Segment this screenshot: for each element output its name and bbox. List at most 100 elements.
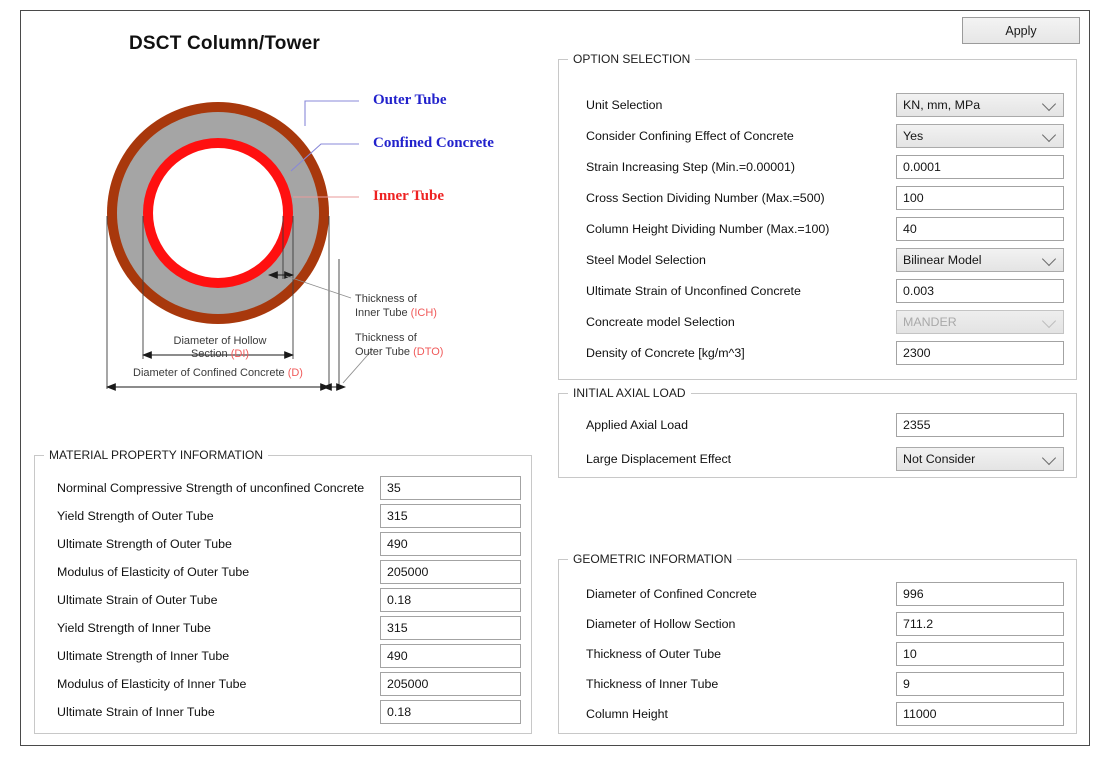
material-input-2[interactable]: 490 [380,532,521,556]
option-label-text-1: Consider Confining Effect of Concrete [586,129,794,143]
option-label-text-0: Unit Selection [586,98,663,112]
geometric-input-4[interactable]: 11000 [896,702,1064,726]
axial-combobox-1[interactable]: Not Consider [896,447,1064,471]
initial-axial-load-group: INITIAL AXIAL LOAD Applied Axial Load 235… [558,386,1077,478]
dim-label-ich-line1: Thickness of [355,293,417,305]
material-label-text-4: Ultimate Strain of Outer Tube [57,593,218,607]
geometric-input-3[interactable]: 9 [896,672,1064,696]
option-group-legend: OPTION SELECTION [568,52,696,66]
material-input-0[interactable]: 35 [380,476,521,500]
material-label-text-2: Ultimate Strength of Outer Tube [57,537,232,551]
geometric-row-label-1: Diameter of Hollow Section [586,612,735,636]
option-combobox-0[interactable]: KN, mm, MPa [896,93,1064,117]
material-label-text-7: Modulus of Elasticity of Inner Tube [57,677,247,691]
dsct-section-svg [105,100,374,391]
option-label-text-8: Density of Concrete [kg/m^3] [586,346,745,360]
material-value-3: 205000 [387,565,429,579]
geometric-value-3: 9 [903,677,910,691]
option-input-3[interactable]: 100 [896,186,1064,210]
dim-symbol-dto: (DTO) [413,346,444,358]
geometric-label-text-4: Column Height [586,707,668,721]
axial-row-label-0: Applied Axial Load [586,413,688,437]
dim-symbol-di: (DI) [230,348,250,360]
option-value-8: 2300 [903,346,931,360]
option-value-3: 100 [903,191,924,205]
material-row-label-8: Ultimate Strain of Inner Tube [57,700,215,724]
diagram-title: DSCT Column/Tower [129,33,320,54]
material-row-label-6: Ultimate Strength of Inner Tube [57,644,229,668]
callout-confined-concrete: Confined Concrete [373,135,494,151]
dim-symbol-d: (D) [287,367,303,379]
material-input-4[interactable]: 0.18 [380,588,521,612]
geometric-input-0[interactable]: 996 [896,582,1064,606]
hollow-section-area [153,148,283,278]
option-row-label-5: Steel Model Selection [586,248,706,272]
material-row-label-1: Yield Strength of Outer Tube [57,504,214,528]
option-row-label-3: Cross Section Dividing Number (Max.=500) [586,186,825,210]
dim-label-dto-line1: Thickness of [355,332,417,344]
option-row-label-7: Concreate model Selection [586,310,735,334]
geometric-row-label-4: Column Height [586,702,668,726]
option-input-8[interactable]: 2300 [896,341,1064,365]
leader-line-outer-tube [304,100,359,126]
material-row-label-2: Ultimate Strength of Outer Tube [57,532,232,556]
option-label-text-4: Column Height Dividing Number (Max.=100) [586,222,830,236]
option-combobox-5[interactable]: Bilinear Model [896,248,1064,272]
dim-label-ich: Thickness of Inner Tube (ICH) [355,292,437,320]
option-value-5: Bilinear Model [903,253,982,267]
material-input-1[interactable]: 315 [380,504,521,528]
option-label-text-3: Cross Section Dividing Number (Max.=500) [586,191,825,205]
material-value-4: 0.18 [387,593,412,607]
axial-input-0[interactable]: 2355 [896,413,1064,437]
material-value-5: 315 [387,621,408,635]
geometric-input-1[interactable]: 711.2 [896,612,1064,636]
geometric-information-group: GEOMETRIC INFORMATION Diameter of Confin… [558,552,1077,734]
callout-outer-tube: Outer Tube [373,92,447,108]
geometric-input-2[interactable]: 10 [896,642,1064,666]
option-value-1: Yes [903,129,924,143]
axial-label-text-1: Large Displacement Effect [586,452,732,466]
geometric-value-4: 11000 [903,707,937,721]
material-input-6[interactable]: 490 [380,644,521,668]
option-input-4[interactable]: 40 [896,217,1064,241]
main-window: Apply DSCT Column/Tower Outer Tube Confi… [20,10,1090,746]
material-group-legend: MATERIAL PROPERTY INFORMATION [44,448,269,462]
material-row-label-7: Modulus of Elasticity of Inner Tube [57,672,246,696]
option-input-2[interactable]: 0.0001 [896,155,1064,179]
axial-group-legend: INITIAL AXIAL LOAD [568,386,691,400]
option-input-6[interactable]: 0.003 [896,279,1064,303]
option-value-4: 40 [903,222,917,236]
option-value-2: 0.0001 [903,160,941,174]
apply-button[interactable]: Apply [962,17,1080,44]
material-label-text-3: Modulus of Elasticity of Outer Tube [57,565,250,579]
dim-label-di-line1: Diameter of Hollow [173,335,267,347]
geometric-value-0: 996 [903,587,924,601]
option-row-label-0: Unit Selection [586,93,662,117]
geometric-row-label-3: Thickness of Inner Tube [586,672,718,696]
option-combobox-1[interactable]: Yes [896,124,1064,148]
chevron-down-icon [1041,450,1057,466]
geometric-group-legend: GEOMETRIC INFORMATION [568,552,738,566]
geometric-label-text-2: Thickness of Outer Tube [586,647,721,661]
dim-label-d: Diameter of Confined Concrete (D) [133,367,303,379]
material-input-8[interactable]: 0.18 [380,700,521,724]
material-value-2: 490 [387,537,408,551]
material-input-5[interactable]: 315 [380,616,521,640]
option-row-label-6: Ultimate Strain of Unconfined Concrete [586,279,801,303]
chevron-down-icon [1041,127,1057,143]
dim-label-di: Diameter of Hollow Section (DI) [160,335,280,361]
material-label-text-1: Yield Strength of Outer Tube [57,509,214,523]
geometric-label-text-1: Diameter of Hollow Section [586,617,736,631]
option-value-6: 0.003 [903,284,935,298]
dim-symbol-ich: (ICH) [410,307,437,319]
material-input-3[interactable]: 205000 [380,560,521,584]
material-value-6: 490 [387,649,408,663]
option-row-label-2: Strain Increasing Step (Min.=0.00001) [586,155,795,179]
axial-row-label-1: Large Displacement Effect [586,447,731,471]
option-value-7: MANDER [903,315,957,329]
option-label-text-2: Strain Increasing Step (Min.=0.00001) [586,160,796,174]
chevron-down-icon [1041,96,1057,112]
material-property-group: MATERIAL PROPERTY INFORMATION Norminal C… [34,448,532,734]
option-row-label-8: Density of Concrete [kg/m^3] [586,341,745,365]
material-input-7[interactable]: 205000 [380,672,521,696]
